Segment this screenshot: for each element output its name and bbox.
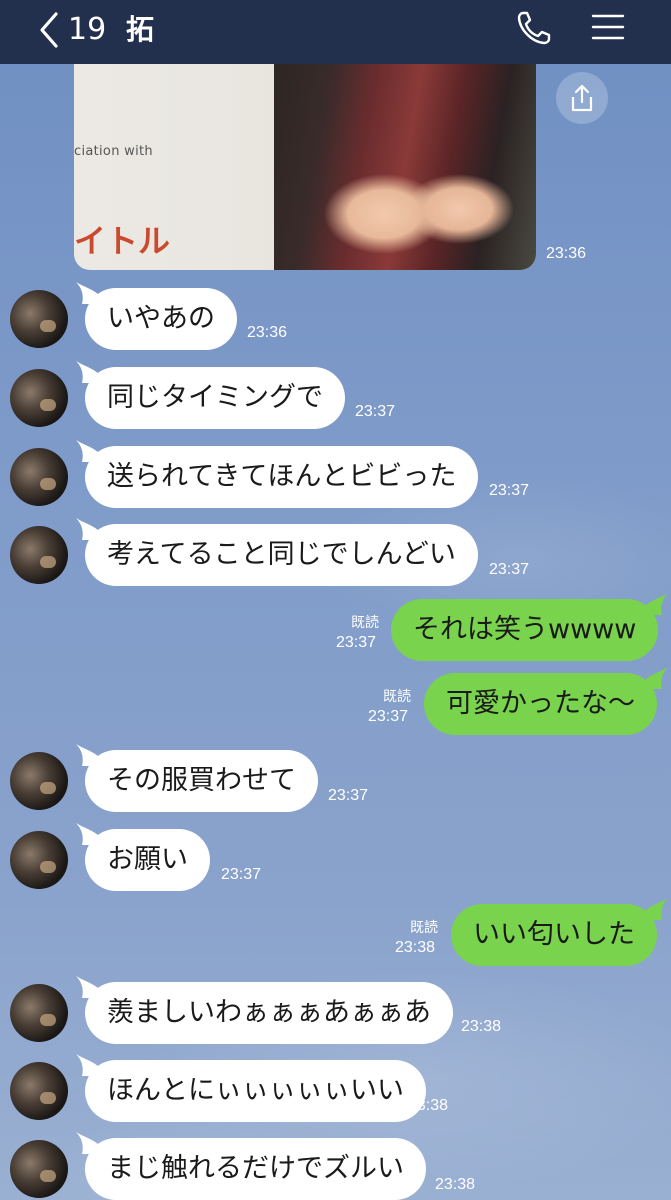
menu-icon[interactable] <box>590 12 626 42</box>
message-bubble-incoming[interactable]: いやあの <box>85 288 237 350</box>
message-bubble-outgoing[interactable]: いい匂いした <box>451 904 657 966</box>
message-time: 23:38 <box>435 1176 476 1193</box>
avatar[interactable] <box>10 831 68 889</box>
message-bubble-incoming[interactable]: 同じタイミングで <box>85 367 345 429</box>
message-time: 23:38 <box>395 939 436 956</box>
avatar[interactable] <box>10 984 68 1042</box>
message-bubble-incoming[interactable]: 送られてきてほんとビビった <box>85 446 479 508</box>
bubble-tail <box>646 898 668 920</box>
bubble-tail <box>646 667 668 689</box>
bubble-tail <box>646 593 668 615</box>
share-icon <box>571 84 593 112</box>
message-time: 23:37 <box>368 708 409 725</box>
chat-title: 拓 <box>126 13 155 46</box>
message-time: 23:38 <box>408 1097 449 1114</box>
message-time: 23:36 <box>247 324 288 341</box>
message-bubble-incoming[interactable]: まじ触れるだけでズルい <box>85 1138 426 1200</box>
phone-icon[interactable] <box>514 8 554 48</box>
avatar[interactable] <box>10 369 68 427</box>
read-receipt: 既読 <box>351 615 379 631</box>
message-bubble-incoming[interactable]: 羨ましいわぁぁぁあぁぁあ <box>85 982 453 1044</box>
avatar[interactable] <box>10 290 68 348</box>
avatar[interactable] <box>10 526 68 584</box>
message-bubble-incoming[interactable]: その服買わせて <box>85 750 318 812</box>
avatar[interactable] <box>10 1140 68 1198</box>
message-time: 23:37 <box>355 403 396 420</box>
message-time: 23:37 <box>336 634 377 651</box>
photo-logo-text: イトル <box>74 222 171 260</box>
unread-count[interactable]: 19 <box>68 10 106 50</box>
photo-caption: ciation with <box>74 144 153 159</box>
read-receipt: 既読 <box>383 689 411 705</box>
message-bubble-incoming[interactable]: 考えてること同じでしんどい <box>85 524 478 586</box>
photo-message-time: 23:36 <box>546 245 587 262</box>
avatar[interactable] <box>10 1062 68 1120</box>
read-receipt: 既読 <box>410 920 438 936</box>
message-time: 23:37 <box>489 561 530 578</box>
avatar[interactable] <box>10 448 68 506</box>
share-button[interactable] <box>556 72 608 124</box>
chevron-left-icon[interactable] <box>36 10 64 50</box>
message-bubble-outgoing[interactable]: それは笑うwwww <box>391 599 659 661</box>
message-bubble-incoming[interactable]: お願い <box>85 829 210 891</box>
message-bubble-incoming[interactable]: ほんとにぃぃぃぃぃいい <box>85 1060 426 1122</box>
message-bubble-outgoing[interactable]: 可愛かったな〜 <box>424 673 657 735</box>
message-time: 23:37 <box>489 482 530 499</box>
message-time: 23:38 <box>461 1018 502 1035</box>
avatar[interactable] <box>10 752 68 810</box>
message-time: 23:37 <box>328 787 369 804</box>
chat-header: 19 拓 <box>0 0 671 64</box>
photo-subject <box>274 64 536 270</box>
message-time: 23:37 <box>221 866 262 883</box>
photo-message[interactable]: ciation with イトル <box>74 64 536 270</box>
